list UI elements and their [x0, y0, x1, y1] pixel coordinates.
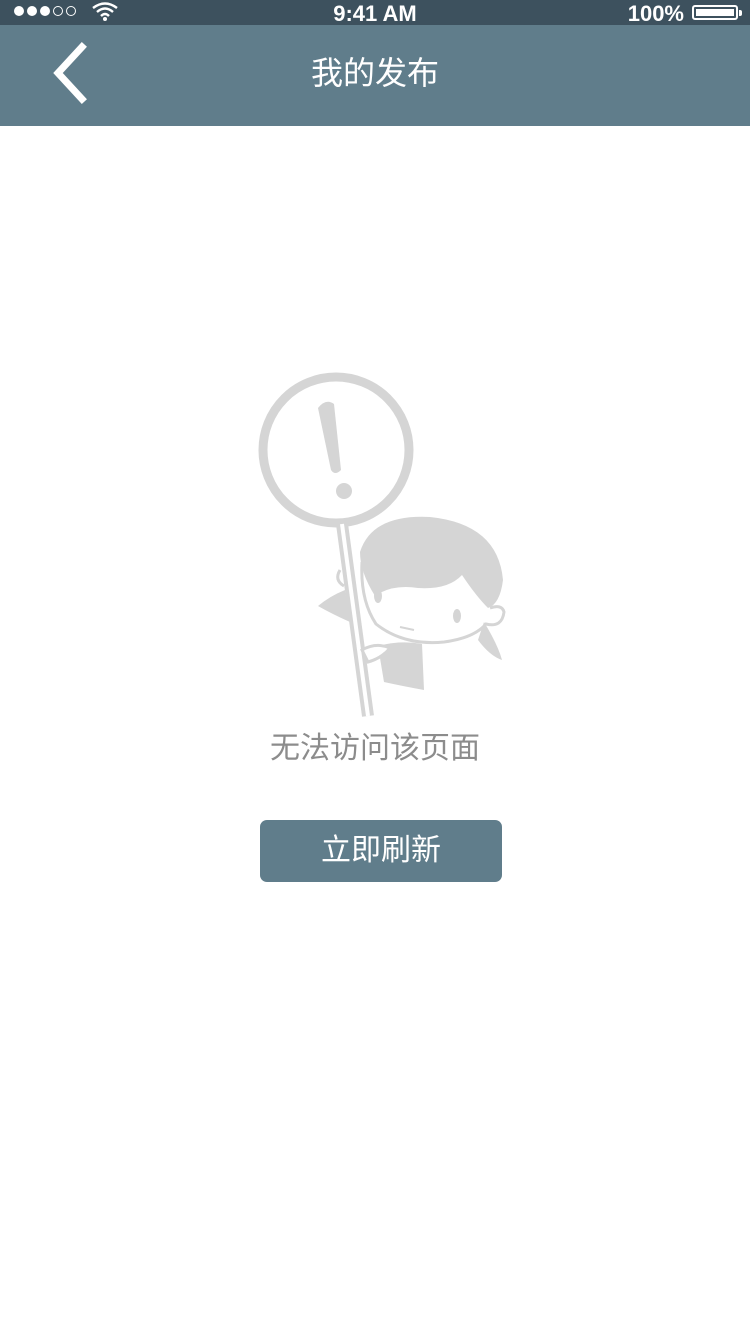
warning-sign-illustration	[258, 372, 506, 717]
battery-percentage: 100%	[627, 1, 684, 26]
refresh-button[interactable]: 立即刷新	[260, 820, 502, 882]
status-bar: 9:41 AM 100%	[0, 0, 750, 26]
page-title: 我的发布	[310, 54, 439, 92]
navigation-bar: 我的发布	[0, 25, 750, 126]
battery-icon	[692, 5, 742, 20]
error-message: 无法访问该页面	[270, 731, 480, 766]
